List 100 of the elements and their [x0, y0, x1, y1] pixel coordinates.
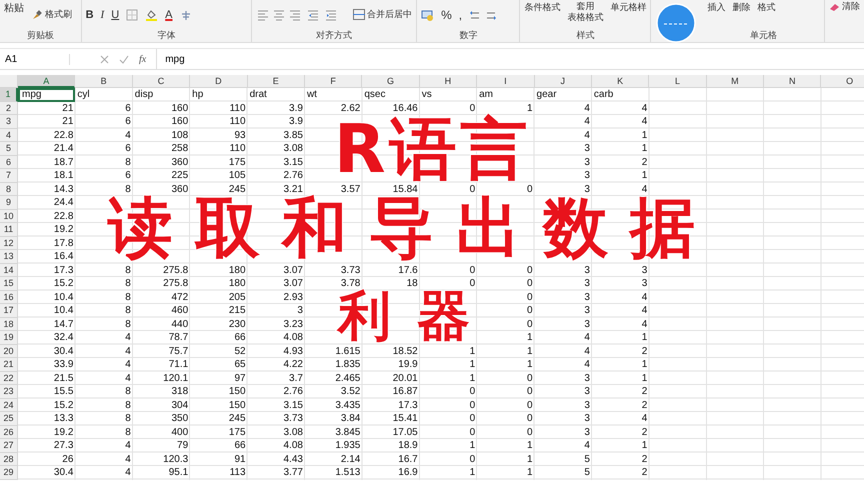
table-cell-text: 10.4	[52, 304, 74, 318]
fill-color-icon[interactable]	[145, 8, 158, 21]
column-header[interactable]: L	[649, 75, 707, 88]
percent-button[interactable]: %	[441, 8, 452, 22]
row-header[interactable]: 25	[0, 412, 18, 426]
row-header[interactable]: 22	[0, 372, 18, 385]
table-cell-text: 95.1	[168, 466, 190, 480]
column-header[interactable]: J	[534, 75, 592, 88]
bold-button[interactable]: B	[86, 8, 94, 20]
table-cell-text: 93	[233, 128, 247, 142]
table-cell-text: 2	[640, 398, 648, 412]
table-cell-text: 18.1	[52, 169, 74, 182]
row-header[interactable]: 17	[0, 304, 18, 318]
row-header[interactable]: 26	[0, 426, 18, 439]
row-header[interactable]: 1	[0, 88, 18, 102]
comma-style-button[interactable]: ,	[458, 8, 462, 22]
table-cell-text: 150	[228, 385, 247, 398]
table-cell-text: 3.9	[288, 102, 304, 115]
cancel-icon[interactable]	[100, 54, 109, 64]
column-header[interactable]: G	[362, 75, 420, 88]
column-header[interactable]: I	[477, 75, 535, 88]
row-header[interactable]: 29	[0, 466, 18, 480]
table-cell-text: 22.8	[52, 128, 74, 142]
row-header[interactable]: 11	[0, 223, 18, 236]
row-header[interactable]: 15	[0, 277, 18, 290]
table-cell-text: 3	[583, 290, 591, 304]
row-header[interactable]: 12	[0, 236, 18, 250]
name-box[interactable]: A1	[0, 54, 70, 64]
table-cell-text: 120.3	[162, 452, 190, 466]
table-cell-text: wt	[306, 88, 318, 102]
table-cell-text: 3.07	[282, 277, 304, 290]
paste-button[interactable]: 粘贴	[4, 1, 24, 15]
column-header[interactable]: O	[821, 75, 864, 88]
table-cell-text: 4	[583, 439, 591, 452]
row-header[interactable]: 2	[0, 102, 18, 115]
table-cell-text: 18.52	[392, 344, 419, 358]
column-header[interactable]: B	[75, 75, 133, 88]
row-header[interactable]: 19	[0, 331, 18, 344]
row-header[interactable]: 6	[0, 156, 18, 169]
table-cell-text: 8	[124, 182, 132, 196]
row-header[interactable]: 20	[0, 344, 18, 358]
row-header[interactable]: 24	[0, 398, 18, 412]
currency-icon[interactable]	[421, 8, 434, 20]
column-header[interactable]: D	[190, 75, 248, 88]
phonetic-icon[interactable]	[180, 8, 192, 20]
table-cell-text: 30.4	[52, 344, 74, 358]
table-cell-text: 4.43	[282, 452, 304, 466]
column-header[interactable]: M	[706, 75, 764, 88]
border-icon[interactable]	[126, 8, 138, 20]
group-label: 剪贴板	[26, 30, 54, 40]
row-header[interactable]: 28	[0, 452, 18, 466]
row-header[interactable]: 8	[0, 182, 18, 196]
row-header[interactable]: 4	[0, 128, 18, 142]
column-header[interactable]: C	[132, 75, 190, 88]
row-header[interactable]: 3	[0, 115, 18, 128]
column-header[interactable]: K	[592, 75, 650, 88]
format-button[interactable]: 格式	[757, 1, 776, 14]
table-format-button[interactable]: 套用 表格格式	[567, 1, 604, 23]
table-cell-text: 8	[124, 264, 132, 277]
italic-button[interactable]: I	[100, 8, 104, 20]
format-painter-button[interactable]: 格式刷	[31, 8, 72, 21]
table-cell-text: 400	[170, 426, 190, 439]
conditional-format-button[interactable]: 条件格式	[524, 1, 560, 14]
column-header[interactable]: A	[18, 75, 76, 88]
row-header[interactable]: 21	[0, 358, 18, 372]
merge-center-button[interactable]: 合并后居中	[353, 8, 412, 21]
column-header[interactable]: N	[764, 75, 822, 88]
table-cell-text: 0	[468, 182, 476, 195]
delete-button[interactable]: 删除	[732, 1, 750, 14]
cell-styles-button[interactable]: 单元格样	[610, 1, 646, 14]
row-header[interactable]: 14	[0, 264, 18, 277]
row-header[interactable]: 18	[0, 318, 18, 331]
font-color-button[interactable]: A	[165, 8, 173, 20]
row-header[interactable]: 5	[0, 142, 18, 156]
column-header[interactable]: E	[248, 75, 305, 88]
row-header[interactable]: 7	[0, 169, 18, 182]
row-header[interactable]: 9	[0, 196, 18, 210]
table-cell-text: 3	[583, 142, 591, 156]
table-cell-text: 71.1	[168, 358, 190, 372]
row-header[interactable]: 10	[0, 210, 18, 223]
floating-circle-icon[interactable]	[656, 3, 696, 43]
table-cell-text: 0	[469, 277, 476, 290]
column-header[interactable]: H	[420, 75, 478, 88]
table-cell-text: 3.08	[282, 142, 304, 156]
formula-field[interactable]: mpg	[156, 49, 864, 69]
table-cell-text: 16.46	[392, 102, 419, 115]
row-header[interactable]: 27	[0, 439, 18, 452]
clear-button[interactable]: 清除	[829, 0, 860, 13]
row-header[interactable]: 13	[0, 250, 18, 264]
insert-function-button[interactable]: fx	[139, 54, 146, 64]
row-header[interactable]: 23	[0, 385, 18, 398]
insert-button[interactable]: 插入	[707, 1, 726, 14]
underline-button[interactable]: U	[111, 8, 120, 20]
column-header[interactable]: F	[304, 75, 362, 88]
table-cell-text: 15.84	[392, 182, 419, 196]
enter-icon[interactable]	[119, 54, 129, 64]
row-header[interactable]: 16	[0, 290, 18, 304]
table-cell-text: 3.7	[288, 372, 304, 385]
table-cell-text: 0	[526, 318, 534, 331]
group-label: 字体	[157, 30, 176, 40]
